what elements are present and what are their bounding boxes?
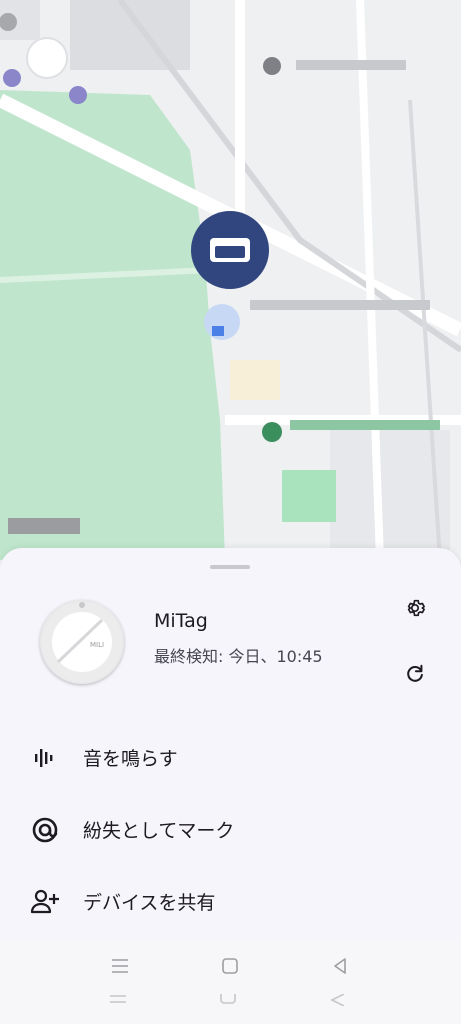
share-device-label: デバイスを共有 [83,892,216,914]
device-name: MiTag [154,610,208,632]
map-view[interactable] [0,0,461,570]
drag-handle[interactable] [210,565,250,569]
map-canvas [0,0,461,570]
home-icon[interactable] [218,954,242,978]
device-bottom-sheet: MILI MiTag 最終検知: 今日、10:45 音を鳴らす 紛失としてマーク… [0,548,461,938]
back-ghost-icon [330,994,345,1006]
gear-icon [407,599,425,617]
mark-as-lost-label: 紛失としてマーク [83,820,235,842]
svg-text:MILI: MILI [90,641,104,649]
home-ghost-icon [220,994,236,1004]
share-device-action[interactable]: デバイスを共有 [0,872,461,932]
menu-icon[interactable] [108,954,132,978]
menu-ghost-icon [110,995,126,1003]
play-sound-action[interactable]: 音を鳴らす [0,728,461,788]
device-image: MILI [40,600,124,684]
mark-as-lost-action[interactable]: 紛失としてマーク [0,800,461,860]
person-add-icon [30,888,60,916]
back-icon[interactable] [328,954,352,978]
settings-button[interactable] [400,593,430,623]
last-seen-text: 最終検知: 今日、10:45 [154,647,323,666]
sound-wave-icon [30,744,60,772]
play-sound-label: 音を鳴らす [83,748,178,770]
at-target-icon [30,816,60,844]
system-navigation-bar [0,938,461,1024]
refresh-icon [407,664,423,682]
refresh-button[interactable] [400,659,430,689]
